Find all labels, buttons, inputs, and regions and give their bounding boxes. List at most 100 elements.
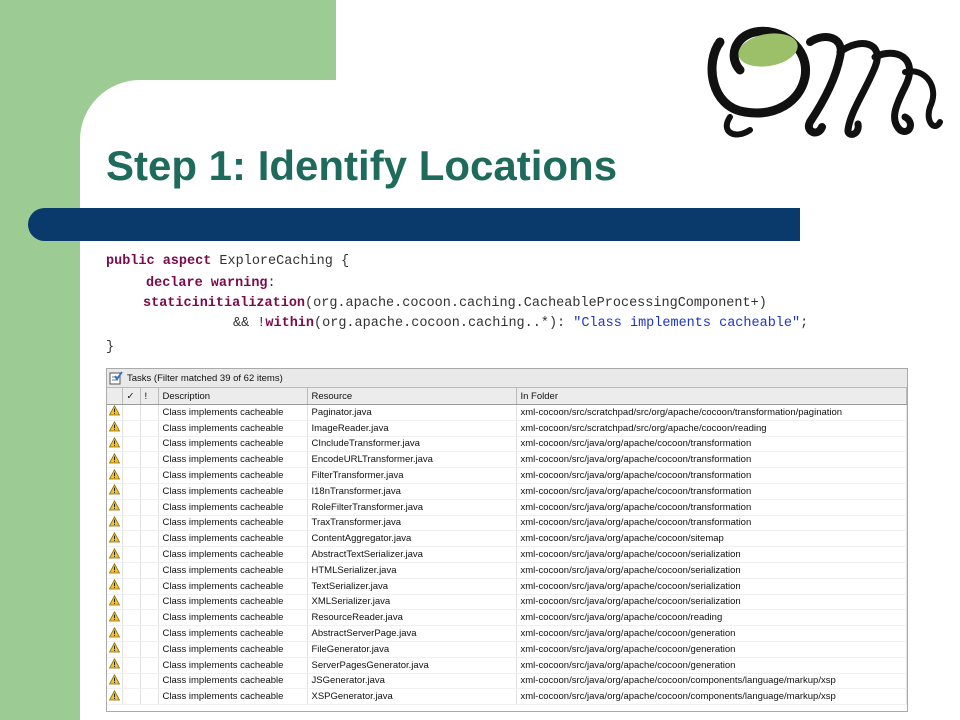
table-row[interactable]: Class implements cacheable JSGenerator.ja…: [107, 673, 907, 690]
warning-icon: [108, 594, 120, 606]
row-resource: XSPGenerator.java: [307, 688, 517, 706]
row-completed-cell[interactable]: [122, 673, 141, 690]
code-text: }: [106, 340, 115, 355]
table-row[interactable]: Class implements cacheable TraxTransforme…: [107, 515, 907, 532]
row-completed-cell[interactable]: [122, 688, 141, 706]
row-resource: ServerPagesGenerator.java: [307, 657, 517, 674]
row-resource: TextSerializer.java: [307, 578, 517, 595]
row-folder: xml-cocoon/src/java/org/apache/cocoon/se…: [516, 578, 907, 595]
row-folder: xml-cocoon/src/java/org/apache/cocoon/se…: [516, 562, 907, 579]
table-row[interactable]: Class implements cacheable Paginator.java…: [107, 404, 907, 421]
row-type-cell: [107, 451, 123, 469]
row-completed-cell[interactable]: [122, 436, 141, 453]
column-header-priority[interactable]: !: [140, 388, 159, 405]
table-row[interactable]: Class implements cacheable HTMLSerializer…: [107, 562, 907, 579]
row-description: Class implements cacheable: [158, 515, 308, 532]
table-row[interactable]: Class implements cacheable XSPGenerator.j…: [107, 688, 907, 706]
column-header-resource[interactable]: Resource: [307, 388, 517, 405]
table-row[interactable]: Class implements cacheable RoleFilterTran…: [107, 499, 907, 516]
row-completed-cell[interactable]: [122, 594, 141, 611]
row-completed-cell[interactable]: [122, 530, 141, 548]
row-resource: FilterTransformer.java: [307, 467, 517, 484]
row-completed-cell[interactable]: [122, 467, 141, 484]
column-header-folder[interactable]: In Folder: [516, 388, 907, 405]
row-priority-cell: [140, 562, 159, 579]
row-type-cell: [107, 594, 123, 611]
column-header-description[interactable]: Description: [158, 388, 308, 405]
page-title: Step 1: Identify Locations: [106, 142, 618, 189]
table-row[interactable]: Class implements cacheable EncodeURLTrans…: [107, 451, 907, 469]
row-resource: Paginator.java: [307, 404, 517, 421]
row-completed-cell[interactable]: [122, 515, 141, 532]
row-type-cell: [107, 625, 123, 642]
row-completed-cell[interactable]: [122, 609, 141, 627]
table-row[interactable]: Class implements cacheable ServerPagesGen…: [107, 657, 907, 674]
table-row[interactable]: Class implements cacheable AbstractTextSe…: [107, 546, 907, 563]
row-completed-cell[interactable]: [122, 404, 141, 421]
row-resource: AbstractServerPage.java: [307, 625, 517, 642]
row-type-cell: [107, 688, 123, 706]
warning-icon: [108, 673, 120, 685]
code-keyword: staticinitialization: [143, 296, 306, 311]
table-row[interactable]: Class implements cacheable TextSerializer…: [107, 578, 907, 595]
row-completed-cell[interactable]: [122, 562, 141, 579]
row-description: Class implements cacheable: [158, 404, 308, 421]
row-completed-cell[interactable]: [122, 546, 141, 563]
row-resource: CIncludeTransformer.java: [307, 436, 517, 453]
warning-icon: [108, 421, 120, 432]
row-resource: TraxTransformer.java: [307, 515, 517, 532]
row-priority-cell: [140, 641, 159, 658]
table-row[interactable]: Class implements cacheable CIncludeTransf…: [107, 436, 907, 453]
table-row[interactable]: Class implements cacheable AbstractServer…: [107, 625, 907, 642]
table-row[interactable]: Class implements cacheable ResourceReader…: [107, 609, 907, 627]
row-folder: xml-cocoon/src/java/org/apache/cocoon/si…: [516, 530, 907, 548]
table-row[interactable]: Class implements cacheable I18nTransforme…: [107, 483, 907, 500]
tasks-table-body: Class implements cacheable Paginator.java…: [107, 404, 907, 706]
row-completed-cell[interactable]: [122, 641, 141, 658]
row-description: Class implements cacheable: [158, 546, 308, 563]
row-priority-cell: [140, 546, 159, 563]
row-type-cell: [107, 657, 123, 674]
tasks-checklist-icon: [109, 371, 123, 385]
table-row[interactable]: Class implements cacheable ImageReader.ja…: [107, 420, 907, 437]
row-resource: RoleFilterTransformer.java: [307, 499, 517, 516]
row-completed-cell[interactable]: [122, 499, 141, 516]
row-description: Class implements cacheable: [158, 467, 308, 484]
row-priority-cell: [140, 657, 159, 674]
row-type-cell: [107, 499, 123, 516]
table-row[interactable]: Class implements cacheable FileGenerator.…: [107, 641, 907, 658]
column-header-completed[interactable]: ✓: [122, 388, 141, 405]
row-completed-cell[interactable]: [122, 483, 141, 500]
row-type-cell: [107, 404, 123, 421]
row-folder: xml-cocoon/src/java/org/apache/cocoon/se…: [516, 546, 907, 563]
row-completed-cell[interactable]: [122, 625, 141, 642]
row-completed-cell[interactable]: [122, 420, 141, 437]
row-description: Class implements cacheable: [158, 499, 308, 516]
code-text: (org.apache.cocoon.caching..*):: [314, 316, 574, 331]
row-type-cell: [107, 641, 123, 658]
row-folder: xml-cocoon/src/java/org/apache/cocoon/tr…: [516, 436, 907, 453]
row-description: Class implements cacheable: [158, 420, 308, 437]
row-priority-cell: [140, 594, 159, 611]
code-keyword: declare warning: [146, 276, 268, 291]
row-completed-cell[interactable]: [122, 657, 141, 674]
code-text: (org.apache.cocoon.caching.CacheableProc…: [305, 296, 767, 311]
warning-icon: [108, 515, 120, 527]
warning-icon: [108, 658, 120, 669]
tasks-panel[interactable]: Tasks (Filter matched 39 of 62 items) ✓ …: [106, 368, 908, 712]
table-row[interactable]: Class implements cacheable ContentAggrega…: [107, 530, 907, 548]
code-line-5: }: [106, 340, 114, 355]
row-priority-cell: [140, 530, 159, 548]
warning-icon: [108, 579, 120, 590]
code-string: "Class implements cacheable": [573, 316, 801, 331]
table-row[interactable]: Class implements cacheable FilterTransfor…: [107, 467, 907, 484]
row-completed-cell[interactable]: [122, 451, 141, 469]
row-priority-cell: [140, 499, 159, 516]
row-description: Class implements cacheable: [158, 657, 308, 674]
row-type-cell: [107, 515, 123, 532]
table-row[interactable]: Class implements cacheable XMLSerializer.…: [107, 594, 907, 611]
row-completed-cell[interactable]: [122, 578, 141, 595]
row-folder: xml-cocoon/src/java/org/apache/cocoon/ge…: [516, 657, 907, 674]
row-folder: xml-cocoon/src/java/org/apache/cocoon/tr…: [516, 467, 907, 484]
column-header-type[interactable]: [107, 388, 123, 405]
